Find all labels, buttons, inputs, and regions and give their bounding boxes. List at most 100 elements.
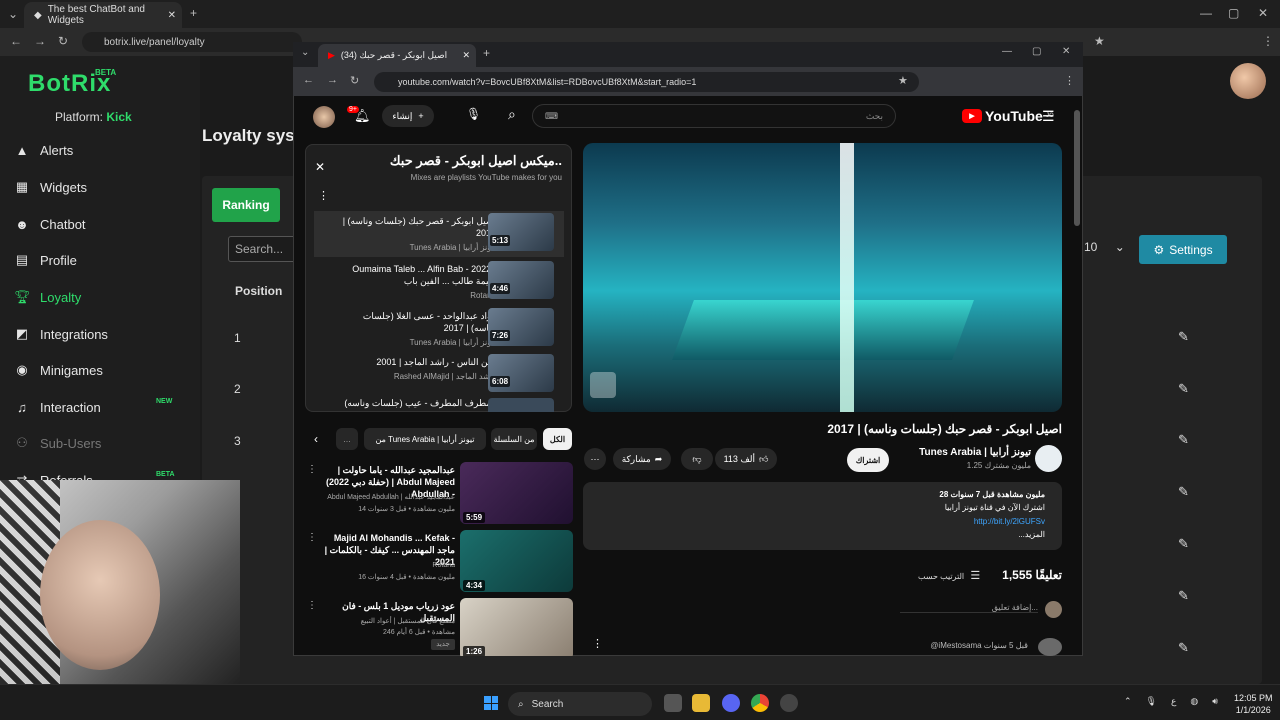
add-comment-input[interactable]: إضافة تعليق...	[900, 603, 1038, 613]
forward-icon[interactable]: →	[34, 34, 46, 48]
related-video[interactable]: ⋮ Majid Al Mohandis ... Kefak - ماجد الم…	[305, 530, 573, 596]
yt-search-input[interactable]: بحث	[532, 104, 896, 128]
outer-address-bar[interactable]: botrix.live/panel/loyalty	[82, 32, 302, 52]
close-tab-icon[interactable]: ✕	[168, 10, 176, 21]
more-options-icon[interactable]: ⋮	[307, 464, 317, 475]
playlist-item[interactable]: مطرف المطرف - عيب (جلسات وناسه) |	[314, 398, 564, 412]
volume-icon[interactable]: 🔊︎	[1212, 696, 1218, 707]
sort-comments-button[interactable]: الترتيب حسب ☰	[918, 569, 980, 582]
page-scrollbar[interactable]	[1074, 110, 1080, 226]
outer-tab[interactable]: ◆ The best ChatBot and Widgets ✕	[24, 2, 182, 28]
dislike-button[interactable]: 👎︎	[681, 448, 713, 470]
windows-start-icon[interactable]	[484, 696, 498, 710]
yt-address-bar[interactable]: youtube.com/watch?v=BovcUBf8XtM&list=RDB…	[374, 72, 919, 92]
commenter-avatar[interactable]	[1038, 638, 1062, 656]
close-window-icon[interactable]: ✕	[1062, 46, 1070, 57]
subscribe-button[interactable]: اشتراك	[847, 448, 889, 472]
new-tab-icon[interactable]: +	[190, 6, 197, 20]
more-actions-button[interactable]: ⋯	[584, 448, 606, 470]
related-video[interactable]: ⋮ عود زرياب موديل 1 بلس - فان المستقبل م…	[305, 598, 573, 656]
chip-overflow[interactable]: …	[336, 428, 358, 450]
playlist-item[interactable]: عين الناس - راشد الماجد | 2001 Rashed Al…	[314, 352, 564, 398]
page-size-select[interactable]: 10 ⌄	[1084, 240, 1125, 254]
tab-search-icon[interactable]: ⌄	[8, 7, 18, 21]
yt-menu-icon[interactable]: ⋮	[1064, 74, 1075, 87]
file-explorer-icon[interactable]	[692, 694, 710, 712]
taskbar-clock[interactable]: 12:05 PM 1/1/2026	[1234, 692, 1273, 716]
edit-icon[interactable]: ✎	[1178, 484, 1189, 500]
share-button[interactable]: مشاركة ➦	[613, 448, 671, 470]
microphone-icon[interactable]: 🎙︎	[466, 107, 481, 121]
related-video[interactable]: ⋮ عبدالمجيد عبدالله - ياما حاولت | (حفلة…	[305, 462, 573, 528]
sidebar-item-loyalty[interactable]: 🏆︎ Loyalty	[14, 285, 194, 309]
edit-icon[interactable]: ✎	[1178, 329, 1189, 345]
edit-icon[interactable]: ✎	[1178, 588, 1189, 604]
close-icon[interactable]: ✕	[315, 160, 325, 174]
search-icon[interactable]: ⌕	[508, 106, 516, 123]
settings-button[interactable]: ⚙ Settings	[1139, 235, 1227, 264]
new-tab-icon[interactable]: +	[483, 46, 490, 60]
chevron-up-icon[interactable]: ⌃	[1124, 696, 1132, 707]
chip-all[interactable]: الكل	[543, 428, 572, 450]
create-button[interactable]: إنشاء +	[382, 105, 434, 127]
playlist-item[interactable]: فؤاد عبدالواحد - عسى الغلا (جلسات وناسه)…	[314, 306, 564, 352]
close-window-icon[interactable]: ✕	[1258, 6, 1268, 20]
edit-icon[interactable]: ✎	[1178, 381, 1189, 397]
chrome-icon[interactable]	[751, 694, 769, 712]
reload-icon[interactable]: ↻	[58, 34, 68, 48]
playlist-item[interactable]: اصيل ابوبكر - قصر حبك (جلسات وناسه) | 20…	[314, 211, 564, 257]
discord-icon[interactable]	[722, 694, 740, 712]
sidebar-item-integrations[interactable]: ◩ Integrations	[14, 322, 194, 346]
bookmark-star-icon[interactable]: ★	[898, 74, 908, 87]
sidebar-item-minigames[interactable]: ◉ Minigames	[14, 358, 194, 382]
video-player[interactable]	[583, 143, 1062, 412]
edit-icon[interactable]: ✎	[1178, 432, 1189, 448]
channel-avatar[interactable]	[1035, 445, 1062, 472]
maximize-icon[interactable]: ▢	[1228, 6, 1239, 20]
more-options-icon[interactable]: ⋮	[318, 189, 329, 202]
forward-icon[interactable]: →	[327, 74, 338, 86]
sidebar-item-interaction[interactable]: ♫ Interaction NEW	[14, 395, 194, 419]
comment-options-icon[interactable]: ⋮	[592, 637, 603, 650]
back-icon[interactable]: ←	[10, 34, 22, 48]
language-indicator[interactable]: ع	[1171, 696, 1176, 707]
description-link[interactable]: http://bit.ly/2lGUFSv	[583, 517, 1053, 526]
close-tab-icon[interactable]: ✕	[462, 50, 470, 61]
sidebar-item-sub-users[interactable]: ⚇ Sub-Users	[14, 431, 194, 455]
sidebar-item-widgets[interactable]: ▦ Widgets	[14, 175, 194, 199]
chip-from-channel[interactable]: من Tunes Arabia | تيونز أرابيا	[364, 428, 486, 450]
search-input[interactable]: Search...	[228, 236, 298, 262]
chevron-left-icon[interactable]: ‹	[314, 432, 318, 446]
more-options-icon[interactable]: ⋮	[307, 600, 317, 611]
minimize-icon[interactable]: —	[1002, 46, 1012, 57]
microphone-icon[interactable]: 🎙︎	[1146, 696, 1157, 707]
like-button[interactable]: 113 ألف 👍︎	[715, 448, 777, 470]
maximize-icon[interactable]: ▢	[1032, 46, 1041, 57]
youtube-logo[interactable]: ▶ YouTube JO	[962, 108, 1054, 124]
ranking-tab[interactable]: Ranking	[212, 188, 280, 222]
taskbar-search[interactable]: ⌕ Search	[508, 692, 652, 716]
yt-tab-search-icon[interactable]: ⌄	[301, 47, 309, 58]
chip-from-series[interactable]: من السلسلة	[491, 428, 537, 450]
back-icon[interactable]: ←	[303, 74, 314, 86]
outer-menu-icon[interactable]: ⋮	[1262, 34, 1274, 48]
app-icon[interactable]	[780, 694, 798, 712]
avatar[interactable]	[1230, 63, 1266, 99]
edit-icon[interactable]: ✎	[1178, 536, 1189, 552]
keyboard-icon[interactable]: ⌨	[545, 111, 558, 122]
task-view-icon[interactable]	[664, 694, 682, 712]
sidebar-item-alerts[interactable]: ▲ Alerts	[14, 138, 194, 162]
sidebar-item-chatbot[interactable]: ☻ Chatbot	[14, 212, 194, 236]
yt-tab[interactable]: ▶ (34) اصيل ابوبكر - قصر حبك ✕	[318, 44, 476, 67]
channel-name[interactable]: Tunes Arabia | تيونز أرابيا	[905, 447, 1031, 458]
description-more[interactable]: ...المزيد	[583, 530, 1053, 539]
reload-icon[interactable]: ↻	[350, 74, 359, 87]
sidebar-item-profile[interactable]: ▤ Profile	[14, 248, 194, 272]
hamburger-menu-icon[interactable]: ☰	[1042, 108, 1055, 125]
playlist-item[interactable]: Oumaima Taleb ... Alfin Bab - 2022 | امي…	[314, 259, 564, 305]
more-options-icon[interactable]: ⋮	[307, 532, 317, 543]
column-header-position[interactable]: Position	[235, 284, 282, 298]
wifi-icon[interactable]: ◍	[1190, 696, 1198, 707]
edit-icon[interactable]: ✎	[1178, 640, 1189, 656]
bookmark-star-icon[interactable]: ★	[1094, 34, 1105, 48]
